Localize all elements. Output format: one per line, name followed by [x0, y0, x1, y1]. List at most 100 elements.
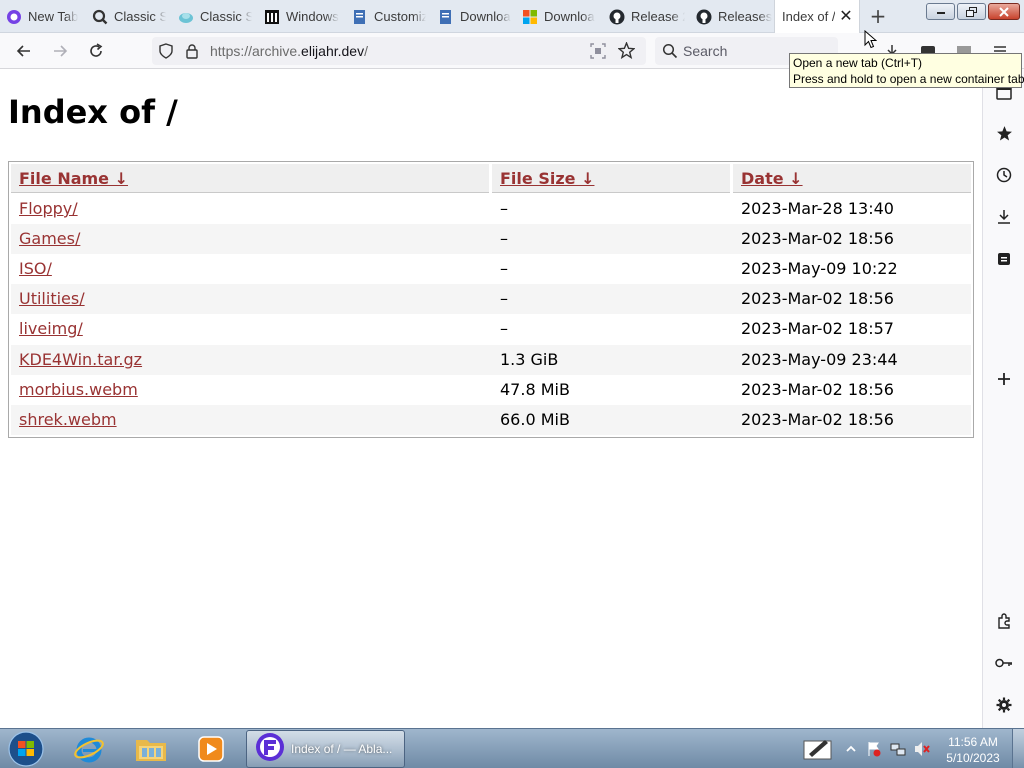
- tray-network-icon[interactable]: [890, 741, 906, 757]
- file-date: 2023-Mar-02 18:56: [741, 229, 894, 248]
- file-date: 2023-Mar-02 18:56: [741, 289, 894, 308]
- sidebar-history-clock-icon[interactable]: [993, 164, 1015, 186]
- tab-classic-shell-1[interactable]: Classic Sh: [92, 0, 166, 33]
- new-tab-tooltip: Open a new tab (Ctrl+T) Press and hold t…: [789, 53, 1024, 88]
- tray-pen-input-icon[interactable]: [803, 735, 833, 763]
- tray-show-hidden-icons-arrow-icon[interactable]: [843, 741, 859, 757]
- sidebar-settings-gear-icon[interactable]: [993, 694, 1015, 716]
- file-size: 1.3 GiB: [500, 350, 559, 369]
- archive-icon: [264, 9, 280, 25]
- new-tab-button[interactable]: +: [866, 5, 890, 29]
- search-globe-icon: [92, 9, 108, 25]
- sort-by-size-link[interactable]: File Size ↓: [500, 169, 594, 188]
- tab-strip: New Tab Classic Sh Classic Sh Windows Cu…: [0, 0, 1024, 33]
- tab-download-2[interactable]: Downloa: [522, 0, 596, 33]
- page-title: Index of /: [8, 93, 178, 131]
- system-clock[interactable]: 11:56 AM 5/10/2023: [940, 734, 1006, 766]
- file-link[interactable]: shrek.webm: [19, 410, 117, 429]
- clock-date: 5/10/2023: [946, 751, 1000, 765]
- sidebar-extensions-puzzle-icon[interactable]: [993, 610, 1015, 632]
- forward-arrow-icon: [54, 45, 68, 57]
- bookmark-star-icon[interactable]: [617, 41, 636, 63]
- taskbar-file-explorer-icon[interactable]: [128, 732, 174, 766]
- table-row: Utilities/ – 2023-Mar-02 18:56: [11, 284, 971, 314]
- taskbar-internet-explorer-icon[interactable]: [66, 732, 112, 766]
- sidebar: [982, 69, 1024, 728]
- taskbar-firefox-icon: [255, 732, 285, 766]
- back-arrow-icon: [16, 45, 30, 57]
- file-size: 47.8 MiB: [500, 380, 570, 399]
- file-size: –: [500, 199, 508, 218]
- sidebar-downloads-icon[interactable]: [993, 206, 1015, 228]
- file-link[interactable]: Games/: [19, 229, 80, 248]
- file-link[interactable]: Floppy/: [19, 199, 78, 218]
- tab-new-tab[interactable]: New Tab: [6, 0, 86, 33]
- sidebar-notes-icon[interactable]: [993, 248, 1015, 270]
- forward-button[interactable]: [48, 39, 72, 63]
- address-bar[interactable]: https://archive.elijahr.dev/: [152, 37, 646, 65]
- tab-windows[interactable]: Windows: [264, 0, 340, 33]
- document-icon: [352, 9, 368, 25]
- sidebar-passwords-key-icon[interactable]: [993, 652, 1015, 674]
- restore-button[interactable]: [957, 3, 986, 20]
- tray-volume-muted-icon[interactable]: [914, 741, 930, 757]
- table-row: ISO/ – 2023-May-09 10:22: [11, 254, 971, 284]
- search-icon: [662, 43, 678, 63]
- back-button[interactable]: [12, 39, 36, 63]
- file-date: 2023-Mar-02 18:57: [741, 319, 894, 338]
- file-date: 2023-Mar-28 13:40: [741, 199, 894, 218]
- mouse-pointer-icon: [864, 29, 878, 53]
- table-row: KDE4Win.tar.gz 1.3 GiB 2023-May-09 23:44: [11, 345, 971, 375]
- file-date: 2023-May-09 23:44: [741, 350, 898, 369]
- start-button[interactable]: [7, 731, 45, 767]
- file-date: 2023-May-09 10:22: [741, 259, 898, 278]
- tab-releases[interactable]: Releases: [696, 0, 774, 33]
- file-link[interactable]: Utilities/: [19, 289, 85, 308]
- tab-download-1[interactable]: Downloa: [438, 0, 512, 33]
- sidebar-add-icon[interactable]: [993, 368, 1015, 390]
- search-placeholder: Search: [683, 43, 728, 59]
- url-text[interactable]: https://archive.elijahr.dev/: [210, 43, 368, 59]
- tracking-protection-shield-icon[interactable]: [158, 43, 174, 63]
- firefox-icon: [6, 9, 22, 25]
- file-size: –: [500, 259, 508, 278]
- column-header-size: File Size ↓: [492, 164, 730, 193]
- show-desktop-button[interactable]: [1012, 729, 1024, 768]
- sort-by-date-link[interactable]: Date ↓: [741, 169, 803, 188]
- close-window-button[interactable]: [988, 3, 1020, 20]
- tab-classic-shell-2[interactable]: Classic Sh: [178, 0, 252, 33]
- reload-button[interactable]: [84, 39, 108, 63]
- table-row: morbius.webm 47.8 MiB 2023-Mar-02 18:56: [11, 375, 971, 405]
- reload-icon: [90, 43, 103, 57]
- file-link[interactable]: KDE4Win.tar.gz: [19, 350, 142, 369]
- file-listing-table: File Name ↓ File Size ↓ Date ↓ Floppy/ –…: [8, 161, 974, 438]
- tab-release[interactable]: Release 2: [609, 0, 685, 33]
- tray-action-center-flag-icon[interactable]: [866, 741, 882, 757]
- file-link[interactable]: morbius.webm: [19, 380, 138, 399]
- table-row: Games/ – 2023-Mar-02 18:56: [11, 224, 971, 254]
- file-date: 2023-Mar-02 18:56: [741, 410, 894, 429]
- file-size: –: [500, 289, 508, 308]
- table-row: Floppy/ – 2023-Mar-28 13:40: [11, 194, 971, 224]
- file-size: 66.0 MiB: [500, 410, 570, 429]
- clock-time: 11:56 AM: [948, 735, 998, 749]
- github-icon: [696, 9, 712, 25]
- file-size: –: [500, 229, 508, 248]
- minimize-button[interactable]: [926, 3, 955, 20]
- taskbar-media-player-icon[interactable]: [188, 732, 234, 766]
- page-content: Index of / File Name ↓ File Size ↓ Date …: [0, 69, 982, 728]
- sort-by-name-link[interactable]: File Name ↓: [19, 169, 128, 188]
- file-link[interactable]: liveimg/: [19, 319, 83, 338]
- shell-icon: [178, 9, 194, 25]
- taskbar: Index of / — Abla... 11:56 AM 5/10/2023: [0, 728, 1024, 768]
- file-size: –: [500, 319, 508, 338]
- sidebar-bookmarks-star-icon[interactable]: [993, 122, 1015, 144]
- taskbar-firefox-window[interactable]: Index of / — Abla...: [246, 730, 405, 768]
- windows-logo-icon: [522, 9, 538, 25]
- file-link[interactable]: ISO/: [19, 259, 52, 278]
- reader-view-icon[interactable]: [590, 43, 606, 63]
- close-tab-icon[interactable]: ✕: [838, 8, 854, 24]
- lock-icon[interactable]: [185, 43, 199, 63]
- taskbar-task-label: Index of / — Abla...: [291, 742, 393, 756]
- tab-customize[interactable]: Customiz: [352, 0, 426, 33]
